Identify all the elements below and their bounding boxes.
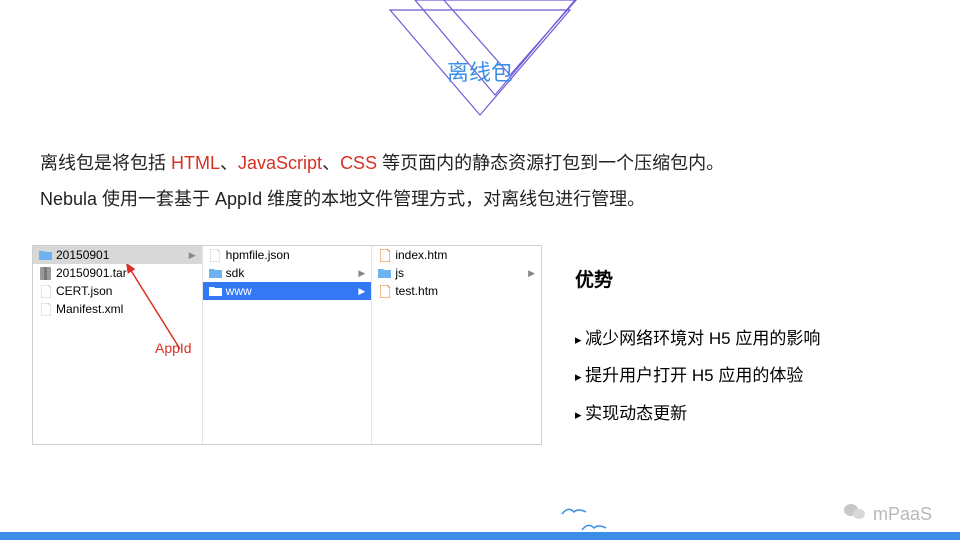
finder-row[interactable]: Manifest.xml — [33, 300, 202, 318]
wechat-icon — [843, 501, 867, 528]
finder-label: 20150901.tar — [56, 266, 127, 280]
brand-text: mPaaS — [873, 504, 932, 525]
description-line2: Nebula 使用一套基于 AppId 维度的本地文件管理方式，对离线包进行管理… — [40, 181, 920, 217]
finder-label: www — [226, 284, 252, 298]
file-icon — [39, 303, 52, 316]
annotation-label: AppId — [155, 340, 192, 356]
folder-icon — [209, 267, 222, 280]
tech-html: HTML — [171, 153, 220, 173]
finder-col-3: index.htm js ▶ test.htm — [372, 246, 541, 444]
finder-row[interactable]: 20150901 ▶ — [33, 246, 202, 264]
footer-bar — [0, 532, 960, 540]
finder-label: js — [395, 266, 404, 280]
finder-row[interactable]: sdk ▶ — [203, 264, 372, 282]
folder-icon — [378, 267, 391, 280]
finder-row[interactable]: CERT.json — [33, 282, 202, 300]
finder-row[interactable]: www ▶ — [203, 282, 372, 300]
text: 离线包是将包括 — [40, 153, 171, 173]
slide-title: 离线包 — [447, 55, 513, 87]
chevron-right-icon: ▶ — [528, 268, 535, 279]
tech-css: CSS — [340, 153, 377, 173]
text: 、 — [322, 153, 340, 173]
advantage-item: 减少网络环境对 H5 应用的影响 — [575, 320, 820, 357]
html-icon — [378, 285, 391, 298]
archive-icon — [39, 267, 52, 280]
file-icon — [209, 249, 222, 262]
finder-row[interactable]: index.htm — [372, 246, 541, 264]
finder-row[interactable]: 20150901.tar — [33, 264, 202, 282]
file-icon — [39, 285, 52, 298]
brand-watermark: mPaaS — [843, 501, 932, 528]
folder-icon — [209, 285, 222, 298]
finder-window: 20150901 ▶ 20150901.tar CERT.json Manifest.x… — [32, 245, 542, 445]
finder-col-2: hpmfile.json sdk ▶ www ▶ — [203, 246, 373, 444]
chevron-right-icon: ▶ — [189, 250, 196, 261]
advantages-section: 优势 减少网络环境对 H5 应用的影响提升用户打开 H5 应用的体验实现动态更新 — [575, 265, 820, 432]
folder-icon — [39, 249, 52, 262]
html-icon — [378, 249, 391, 262]
text: 、 — [220, 153, 238, 173]
finder-label: Manifest.xml — [56, 302, 123, 316]
finder-label: 20150901 — [56, 248, 109, 262]
description: 离线包是将包括 HTML、JavaScript、CSS 等页面内的静态资源打包到… — [40, 145, 920, 217]
finder-row[interactable]: test.htm — [372, 282, 541, 300]
advantage-item: 实现动态更新 — [575, 395, 820, 432]
finder-row[interactable]: hpmfile.json — [203, 246, 372, 264]
finder-label: hpmfile.json — [226, 248, 290, 262]
advantage-item: 提升用户打开 H5 应用的体验 — [575, 357, 820, 394]
chevron-right-icon: ▶ — [358, 268, 365, 279]
finder-label: index.htm — [395, 248, 447, 262]
text: 等页面内的静态资源打包到一个压缩包内。 — [377, 153, 724, 173]
chevron-right-icon: ▶ — [358, 286, 365, 297]
finder-row[interactable]: js ▶ — [372, 264, 541, 282]
finder-label: sdk — [226, 266, 245, 280]
advantages-title: 优势 — [575, 265, 820, 292]
finder-label: test.htm — [395, 284, 438, 298]
tech-js: JavaScript — [238, 153, 322, 173]
finder-label: CERT.json — [56, 284, 112, 298]
